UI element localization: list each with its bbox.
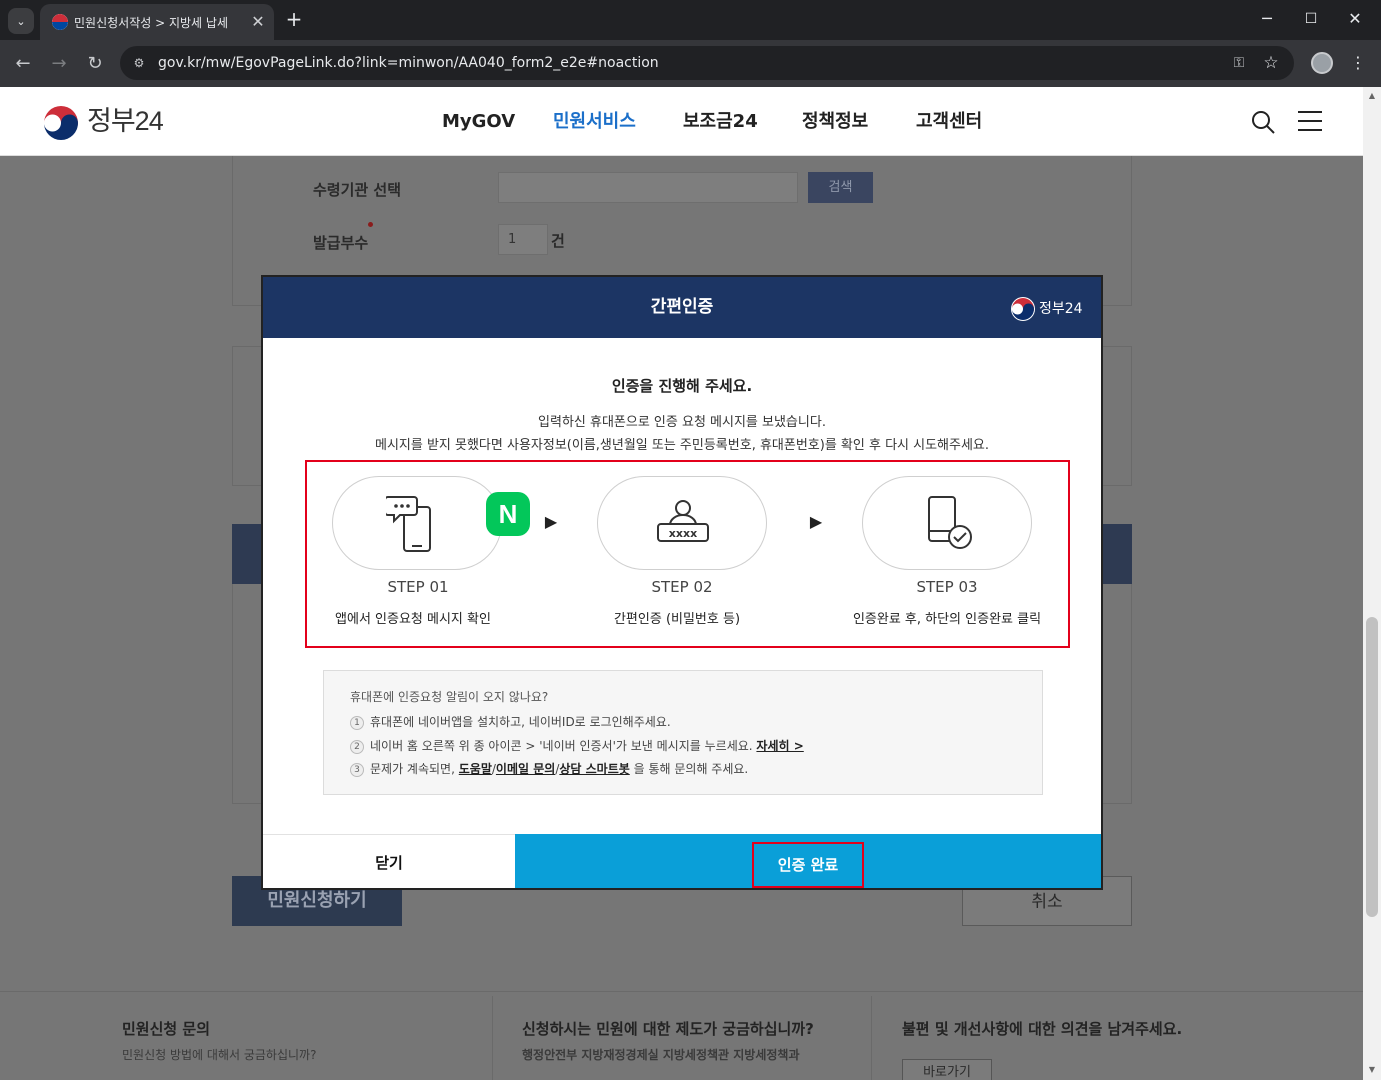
gov24-logo-icon <box>1011 297 1035 321</box>
forward-arrow-icon[interactable]: → <box>45 50 73 78</box>
site-header: 정부24 MyGOV 민원서비스 보조금24 정책정보 고객센터 <box>0 87 1363 156</box>
nav-policy-info[interactable]: 정책정보 <box>802 111 868 133</box>
modal-logo: 정부24 <box>1011 297 1083 321</box>
site-info-icon[interactable]: ⚙ <box>130 54 148 72</box>
tab-search-chevron-icon[interactable]: ⌄ <box>8 8 34 34</box>
modal-title: 간편인증 <box>650 297 714 317</box>
help-number: 2 <box>350 739 364 754</box>
url-text[interactable]: gov.kr/mw/EgovPageLink.do?link=minwon/AA… <box>158 54 659 72</box>
browser-tab-bar: ⌄ 민원신청서작성 > 지방세 납세 ✕ + ─ ☐ ✕ <box>0 0 1381 40</box>
nav-subsidy24[interactable]: 보조금24 <box>683 111 758 133</box>
help-text: 을 통해 문의해 주세요. <box>633 762 749 776</box>
step3-description: 인증완료 후, 하단의 인증완료 클릭 <box>852 612 1042 627</box>
step1-circle: N <box>332 476 530 570</box>
step3-number: STEP 03 <box>916 578 978 596</box>
help-row-1: 1 휴대폰에 네이버앱을 설치하고, 네이버ID로 로그인해주세요. <box>350 713 671 731</box>
nav-mygov[interactable]: MyGOV <box>442 111 515 133</box>
auth-steps-box: N ▶ xxxx ▶ STEP 01 앱에서 인증요청 메시지 확인 STEP … <box>305 460 1070 648</box>
help-number: 3 <box>350 762 364 777</box>
scroll-up-icon[interactable]: ▲ <box>1367 91 1377 101</box>
confirm-bar[interactable]: 인증 완료 <box>515 834 1101 888</box>
svg-text:xxxx: xxxx <box>669 527 697 540</box>
phone-check-icon <box>925 495 975 553</box>
window-minimize-icon[interactable]: ─ <box>1252 8 1282 32</box>
help-text: 문제가 계속되면, <box>370 762 455 776</box>
tab-title: 민원신청서작성 > 지방세 납세 <box>74 16 228 30</box>
agency-input[interactable] <box>498 172 798 203</box>
auth-message-line1: 입력하신 휴대폰으로 인증 요청 메시지를 보냈습니다. <box>538 415 826 430</box>
footer-inquiry-desc: 민원신청 방법에 대해서 궁금하십니까? <box>122 1048 317 1062</box>
help-number: 1 <box>350 715 364 730</box>
page-scrollbar[interactable]: ▲ ▼ <box>1363 87 1381 1080</box>
browser-menu-icon[interactable]: ⋮ <box>1346 50 1370 76</box>
step-arrow-icon: ▶ <box>544 512 558 531</box>
detail-link[interactable]: 자세히 > <box>756 739 803 753</box>
modal-logo-text: 정부24 <box>1039 301 1083 317</box>
auth-message-title: 인증을 진행해 주세요. <box>611 377 753 395</box>
tab-close-icon[interactable]: ✕ <box>248 12 268 32</box>
help-title: 휴대폰에 인증요청 알림이 오지 않나요? <box>350 690 549 704</box>
window-maximize-icon[interactable]: ☐ <box>1296 8 1326 32</box>
footer-feedback-title: 불편 및 개선사항에 대한 의견을 남겨주세요. <box>902 1020 1183 1038</box>
help-guide-link[interactable]: 도움말 <box>459 762 492 776</box>
reload-icon[interactable]: ↻ <box>81 50 109 78</box>
search-icon[interactable] <box>1250 109 1276 135</box>
new-tab-icon[interactable]: + <box>282 8 306 32</box>
browser-tab[interactable]: 민원신청서작성 > 지방세 납세 ✕ <box>40 4 274 40</box>
agency-search-button[interactable]: 검색 <box>808 172 873 203</box>
step2-number: STEP 02 <box>651 578 713 596</box>
smartbot-link[interactable]: 상담 스마트봇 <box>559 762 629 776</box>
step1-description: 앱에서 인증요청 메시지 확인 <box>335 612 491 627</box>
help-box: 휴대폰에 인증요청 알림이 오지 않나요? 1 휴대폰에 네이버앱을 설치하고, … <box>323 670 1043 795</box>
auth-message-line2: 메시지를 받지 못했다면 사용자정보(이름,생년월일 또는 주민등록번호, 휴대… <box>374 438 990 453</box>
footer-col-divider <box>871 996 872 1080</box>
help-row-3: 3 문제가 계속되면, 도움말/이메일 문의/상담 스마트봇 을 통해 문의해 주… <box>350 760 748 778</box>
help-row-2: 2 네이버 홈 오른쪽 위 종 아이콘 > '네이버 인증서'가 보낸 메시지를 … <box>350 737 804 755</box>
logo-text[interactable]: 정부24 <box>87 103 164 139</box>
scroll-thumb[interactable] <box>1366 617 1378 917</box>
gov24-logo-icon[interactable] <box>42 104 80 142</box>
scroll-down-icon[interactable]: ▼ <box>1367 1065 1377 1075</box>
copies-input[interactable]: 1 <box>498 224 548 255</box>
required-dot <box>368 222 373 227</box>
nav-minwon-service[interactable]: 민원서비스 <box>553 111 636 133</box>
email-inquiry-link[interactable]: 이메일 문의 <box>496 762 555 776</box>
copies-label: 발급부수 <box>313 234 369 252</box>
browser-toolbar: ← → ↻ ⚙ gov.kr/mw/EgovPageLink.do?link=m… <box>0 40 1381 87</box>
phone-chat-icon <box>384 493 438 555</box>
nav-customer-center[interactable]: 고객센터 <box>916 111 982 133</box>
step3-circle <box>862 476 1032 570</box>
step1-number: STEP 01 <box>387 578 449 596</box>
step2-circle: xxxx <box>597 476 767 570</box>
help-text: 네이버 홈 오른쪽 위 종 아이콘 > '네이버 인증서'가 보낸 메시지를 누… <box>370 739 753 753</box>
step2-description: 간편인증 (비밀번호 등) <box>613 612 741 627</box>
bookmark-star-icon[interactable]: ☆ <box>1260 52 1282 74</box>
back-arrow-icon[interactable]: ← <box>9 50 37 78</box>
simple-auth-modal: 간편인증 정부24 인증을 진행해 주세요. 입력하신 휴대폰으로 인증 요청 … <box>261 275 1103 890</box>
gov24-favicon-icon <box>52 14 68 30</box>
footer-system-desc: 행정안전부 지방재정경제실 지방세정책관 지방세정책과 <box>522 1048 800 1062</box>
hamburger-menu-icon[interactable] <box>1298 111 1322 133</box>
close-modal-button[interactable]: 닫기 <box>263 834 515 888</box>
window-close-icon[interactable]: ✕ <box>1340 8 1370 32</box>
profile-avatar-icon[interactable] <box>1311 52 1333 74</box>
agency-label: 수령기관 선택 <box>313 181 402 199</box>
help-text: 휴대폰에 네이버앱을 설치하고, 네이버ID로 로그인해주세요. <box>370 715 671 729</box>
address-bar[interactable]: ⚙ gov.kr/mw/EgovPageLink.do?link=minwon/… <box>120 46 1294 80</box>
footer-system-title: 신청하시는 민원에 대한 제도가 궁금하십니까? <box>522 1020 814 1038</box>
password-key-icon[interactable]: ⚿ <box>1228 53 1250 73</box>
footer-col-divider <box>492 996 493 1080</box>
naver-app-icon: N <box>486 492 530 536</box>
step-arrow-icon: ▶ <box>809 512 823 531</box>
footer-divider <box>0 991 1363 992</box>
copies-unit: 건 <box>551 232 565 250</box>
footer-inquiry-title: 민원신청 문의 <box>122 1020 211 1038</box>
auth-complete-button[interactable]: 인증 완료 <box>752 842 864 888</box>
modal-header: 간편인증 정부24 <box>263 277 1101 338</box>
footer-shortcut-button[interactable]: 바로가기 <box>902 1059 992 1080</box>
user-password-icon: xxxx <box>656 499 710 545</box>
